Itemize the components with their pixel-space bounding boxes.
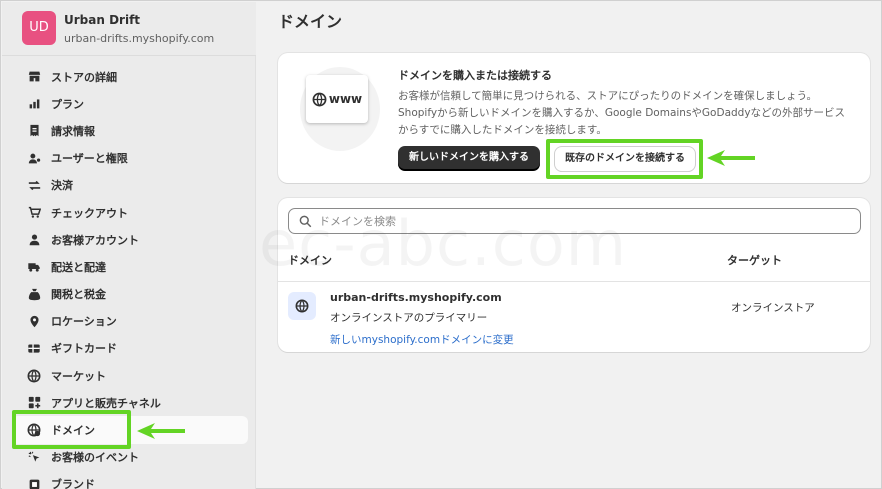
domain-search[interactable]: [288, 208, 861, 234]
nav-item-customer-events[interactable]: お客様のイベント: [12, 444, 248, 471]
globe-market-icon: [26, 368, 42, 384]
person-icon: [26, 232, 42, 248]
nav-label: アプリと販売チャネル: [51, 396, 161, 410]
nav-label: ブランド: [51, 478, 95, 489]
nav-label: 配送と配達: [51, 260, 106, 274]
page-title: ドメイン: [278, 12, 343, 31]
apps-icon: [26, 395, 42, 411]
search-icon: [299, 215, 312, 228]
store-avatar: UD: [22, 11, 56, 45]
globe-domain-icon: [26, 422, 42, 438]
change-domain-link[interactable]: 新しいmyshopify.comドメインに変更: [330, 332, 514, 347]
truck-icon: [26, 259, 42, 275]
gift-card-icon: [26, 340, 42, 356]
nav-item-locations[interactable]: ロケーション: [12, 308, 248, 335]
brand-icon: [26, 476, 42, 489]
nav-label: 決済: [51, 179, 73, 193]
column-header-domain: ドメイン: [288, 254, 332, 267]
nav-item-apps-channels[interactable]: アプリと販売チャネル: [12, 389, 248, 416]
table-divider: [278, 281, 870, 282]
domains-card: ドメイン ターゲット urban-drifts.myshopify.com オン…: [278, 198, 870, 352]
store-switcher[interactable]: UD Urban Drift urban-drifts.myshopify.co…: [2, 2, 256, 56]
www-text: www: [328, 92, 363, 106]
user-permissions-icon: [26, 150, 42, 166]
globe-icon: [312, 92, 327, 106]
cursor-events-icon: [26, 449, 42, 465]
domain-name[interactable]: urban-drifts.myshopify.com: [330, 291, 502, 304]
nav-item-checkout[interactable]: チェックアウト: [12, 199, 248, 226]
billing-receipt-icon: [26, 123, 42, 139]
store-name: Urban Drift: [64, 13, 141, 27]
nav-label: 関税と税金: [51, 288, 106, 302]
arrow-left-icon: [707, 150, 755, 166]
nav-item-plan[interactable]: プラン: [12, 90, 248, 117]
domain-subtitle: オンラインストアのプライマリー: [330, 312, 488, 324]
app-window: UD Urban Drift urban-drifts.myshopify.co…: [0, 0, 882, 489]
nav-label: お客様のイベント: [51, 451, 139, 465]
nav-label: チェックアウト: [51, 206, 128, 220]
nav-item-shipping[interactable]: 配送と配達: [12, 253, 248, 280]
nav-label: お客様アカウント: [51, 233, 139, 247]
cart-icon: [26, 205, 42, 221]
settings-nav: ストアの詳細 プラン 請求情報 ユーザーと権限 決済 チェックアウト お客様アカ…: [12, 63, 248, 489]
card-title: ドメインを購入または接続する: [398, 69, 552, 82]
nav-item-payments[interactable]: 決済: [12, 172, 248, 199]
tax-bag-icon: [26, 286, 42, 302]
nav-label: ドメイン: [51, 424, 95, 438]
nav-item-customer-accounts[interactable]: お客様アカウント: [12, 226, 248, 253]
nav-label: マーケット: [51, 369, 106, 383]
nav-item-store-details[interactable]: ストアの詳細: [12, 63, 248, 90]
nav-item-domains[interactable]: ドメイン: [12, 416, 248, 444]
nav-label: ギフトカード: [51, 342, 117, 356]
globe-icon: [295, 299, 309, 313]
payments-icon: [26, 177, 42, 193]
buy-domain-button[interactable]: 新しいドメインを購入する: [398, 146, 540, 169]
nav-item-users[interactable]: ユーザーと権限: [12, 145, 248, 172]
store-url: urban-drifts.myshopify.com: [64, 32, 215, 45]
nav-label: 請求情報: [51, 124, 95, 138]
store-icon: [26, 69, 42, 85]
nav-item-billing[interactable]: 請求情報: [12, 117, 248, 144]
domain-target: オンラインストア: [731, 302, 815, 314]
domain-search-input[interactable]: [319, 212, 849, 230]
nav-item-markets[interactable]: マーケット: [12, 362, 248, 389]
buy-connect-card: www ドメインを購入または接続する お客様が信頼して簡単に見つけられる、ストア…: [278, 53, 870, 183]
connect-domain-button[interactable]: 既存のドメインを接続する: [555, 147, 695, 171]
column-header-target: ターゲット: [727, 254, 782, 267]
arrow-left-icon: [137, 423, 185, 439]
nav-label: ユーザーと権限: [51, 152, 128, 166]
nav-label: ストアの詳細: [51, 70, 117, 84]
nav-label: ロケーション: [51, 315, 117, 329]
card-description: お客様が信頼して簡単に見つけられる、ストアにぴったりのドメインを確保しましょう。…: [398, 90, 846, 136]
nav-item-brand[interactable]: ブランド: [12, 471, 248, 489]
settings-sidebar: UD Urban Drift urban-drifts.myshopify.co…: [2, 2, 256, 489]
nav-item-taxes[interactable]: 関税と税金: [12, 281, 248, 308]
nav-label: プラン: [51, 97, 84, 111]
plan-chart-icon: [26, 96, 42, 112]
domain-row-icon: [288, 292, 316, 320]
nav-item-gift-cards[interactable]: ギフトカード: [12, 335, 248, 362]
www-illustration: www: [306, 75, 368, 123]
location-pin-icon: [26, 313, 42, 329]
